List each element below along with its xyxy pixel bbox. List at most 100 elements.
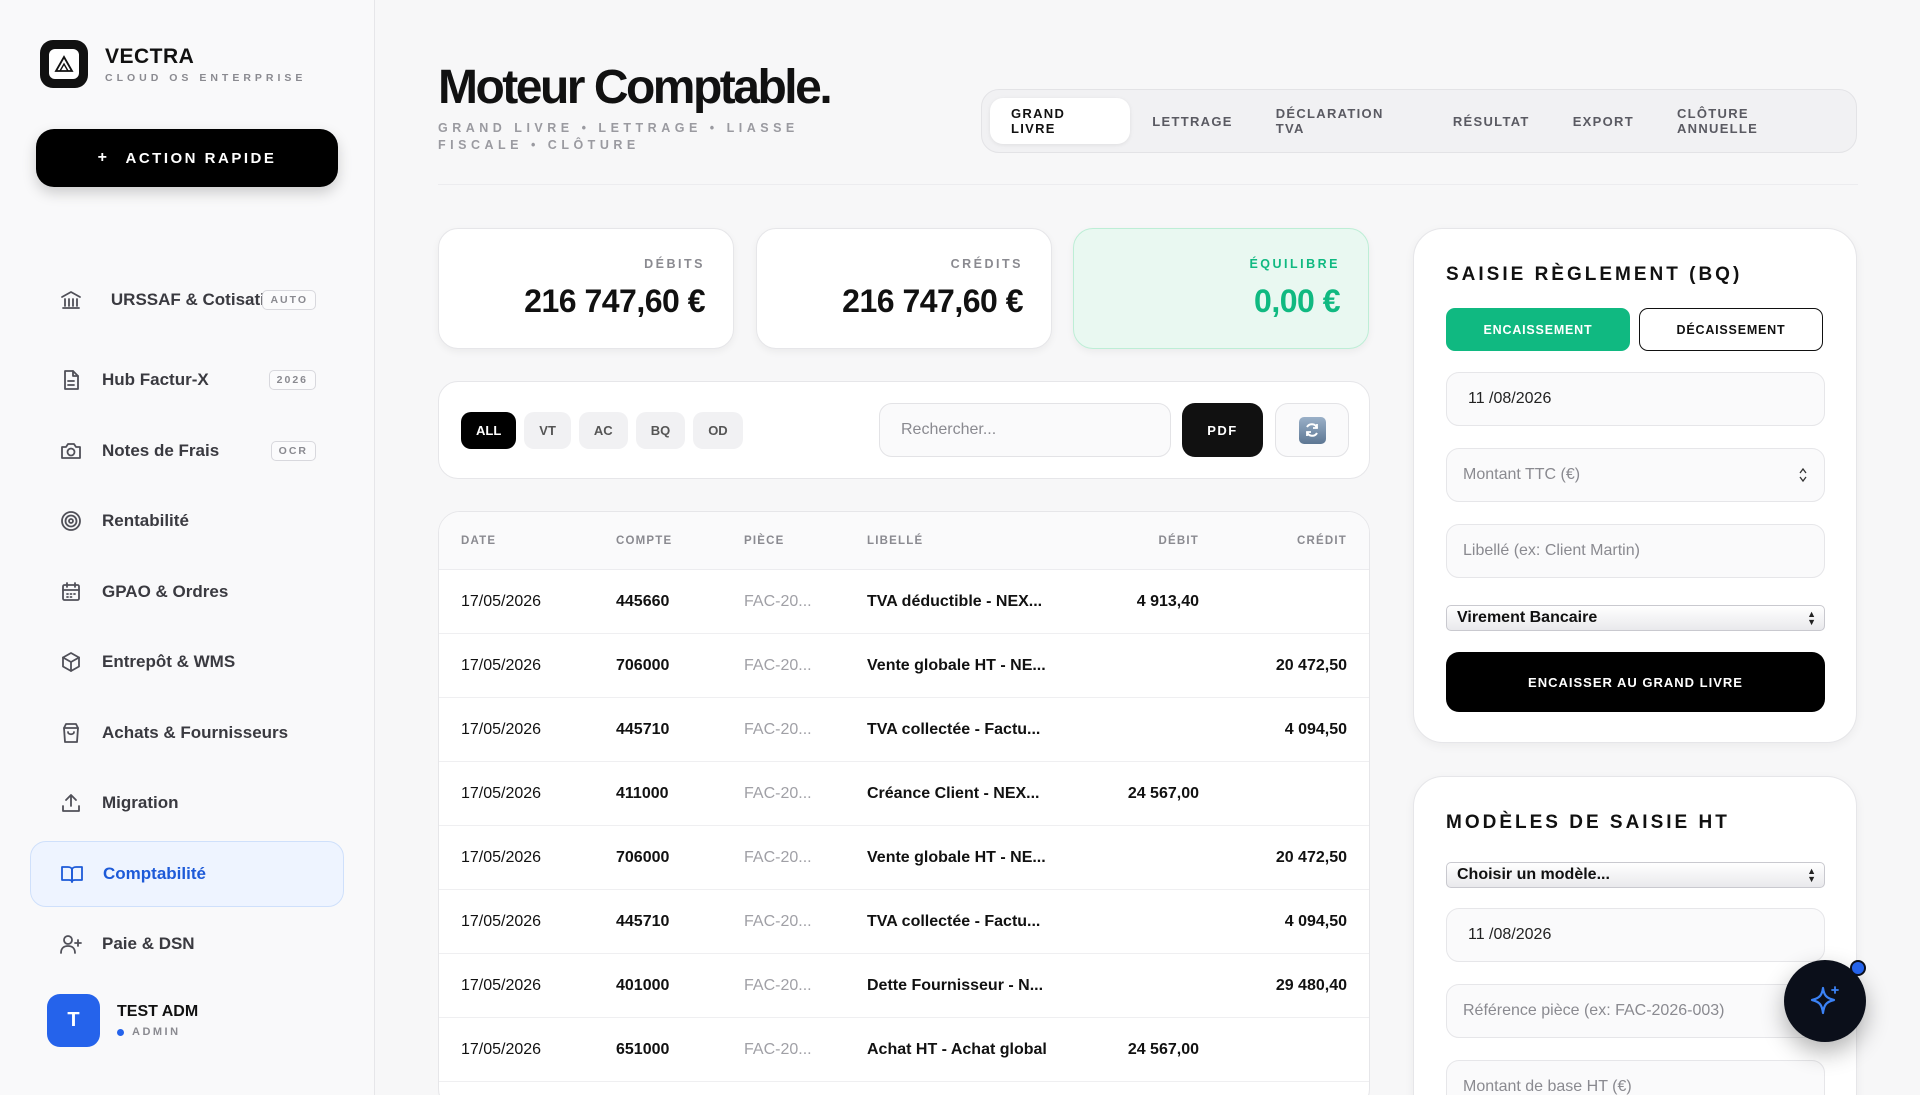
table-row[interactable]: 17/05/2026 445710 FAC-20... TVA collecté… — [439, 890, 1369, 954]
shopping-bag-icon — [58, 720, 84, 746]
sidebar-item-label: Paie & DSN — [102, 933, 195, 953]
tab-grand-livre[interactable]: GRAND LIVRE — [990, 98, 1131, 144]
brand[interactable]: VECTRA CLOUD OS ENTERPRISE — [40, 40, 306, 88]
sidebar-item-label: Comptabilité — [103, 863, 206, 883]
user-profile[interactable]: T TEST ADM ADMIN — [47, 994, 198, 1047]
ocr-badge: OCR — [270, 440, 316, 461]
row-label: Vente globale HT - NE... — [867, 849, 1046, 866]
brand-name: VECTRA — [105, 44, 195, 68]
header-debit: DÉBIT — [1158, 535, 1199, 547]
notification-dot-icon — [1850, 960, 1866, 976]
entry-templates-panel: MODÈLES DE SAISIE HT Choisir un modèle..… — [1413, 776, 1857, 1095]
tab-declaration-tva[interactable]: DÉCLARATION TVA — [1255, 98, 1431, 144]
calendar-icon — [58, 579, 84, 605]
pdf-export-button[interactable]: PDF — [1182, 403, 1263, 457]
sidebar-item-migration[interactable]: Migration — [30, 768, 344, 839]
user-role-label: ADMIN — [132, 1026, 181, 1038]
payment-method-select[interactable]: Virement Bancaire ▲ ▼ — [1446, 605, 1825, 631]
row-date: 17/05/2026 — [461, 721, 542, 738]
table-row[interactable]: 17/05/2026 445710 FAC-20... TVA collecté… — [439, 698, 1369, 762]
table-header: DATE COMPTE PIÈCE LIBELLÉ DÉBIT CRÉDIT — [439, 512, 1369, 570]
avatar: T — [47, 994, 100, 1047]
tab-export[interactable]: EXPORT — [1552, 98, 1655, 144]
piece-reference-field[interactable]: Référence pièce (ex: FAC-2026-003) — [1446, 984, 1825, 1038]
sidebar-item-paie[interactable]: Paie & DSN — [30, 909, 344, 980]
table-row[interactable]: 17/05/2026 445660 FAC-20... TVA déductib… — [439, 570, 1369, 634]
upload-icon — [58, 790, 84, 816]
encaissement-toggle[interactable]: ENCAISSEMENT — [1446, 308, 1630, 351]
row-debit: 24 567,00 — [1127, 1041, 1199, 1058]
table-row[interactable]: 17/05/2026 651000 FAC-20... Achat HT - A… — [439, 1018, 1369, 1082]
refresh-button[interactable] — [1275, 403, 1349, 457]
header-label: LIBELLÉ — [867, 535, 924, 547]
sidebar-item-comptabilite[interactable]: Comptabilité — [30, 840, 344, 907]
amount-ttc-field[interactable]: Montant TTC (€) — [1446, 448, 1825, 502]
header-divider — [438, 184, 1858, 185]
header-credit: CRÉDIT — [1296, 535, 1347, 547]
book-icon — [59, 861, 85, 887]
row-label: Vente globale HT - NE... — [867, 657, 1046, 674]
brand-subtitle: CLOUD OS ENTERPRISE — [105, 71, 307, 84]
search-input[interactable] — [879, 403, 1171, 457]
row-label: TVA collectée - Factu... — [867, 913, 1041, 930]
payment-label-field[interactable]: Libellé (ex: Client Martin) — [1446, 524, 1825, 578]
page-title: Moteur Comptable. — [438, 61, 833, 114]
box-icon — [58, 649, 84, 675]
module-tabs: GRAND LIVRE LETTRAGE DÉCLARATION TVA RÉS… — [981, 89, 1857, 153]
chip-od[interactable]: OD — [693, 412, 743, 449]
row-account: 445710 — [616, 721, 670, 738]
row-date: 17/05/2026 — [461, 1041, 542, 1058]
sidebar-item-factur-x[interactable]: Hub Factur-X 2026 — [30, 345, 344, 416]
sidebar-item-notes-de-frais[interactable]: Notes de Frais OCR — [30, 416, 344, 487]
auto-badge: AUTO — [262, 290, 316, 310]
balance-card: ÉQUILIBRE 0,00 € — [1073, 228, 1369, 349]
table-row[interactable]: 17/05/2026 706000 FAC-20... Vente global… — [439, 634, 1369, 698]
year-badge: 2026 — [268, 370, 316, 391]
template-select[interactable]: Choisir un modèle... ▲ ▼ — [1446, 862, 1825, 888]
sidebar-item-rentabilite[interactable]: Rentabilité — [30, 486, 344, 557]
row-credit: 20 472,50 — [1275, 849, 1347, 866]
base-amount-ht-field[interactable]: Montant de base HT (€) — [1446, 1060, 1825, 1095]
template-date-field[interactable]: 11 /08/2026 — [1446, 908, 1825, 962]
sidebar-item-gpao[interactable]: GPAO & Ordres — [30, 557, 344, 628]
credits-card: CRÉDITS 216 747,60 € — [756, 228, 1052, 349]
chip-ac[interactable]: AC — [578, 412, 628, 449]
user-role: ADMIN — [117, 1026, 198, 1038]
payment-date-field[interactable]: 11 /08/2026 — [1446, 372, 1825, 426]
quick-action-button[interactable]: + ACTION RAPIDE — [36, 129, 338, 187]
sidebar-item-label: Achats & Fournisseurs — [102, 722, 289, 742]
sidebar-item-achats[interactable]: Achats & Fournisseurs — [30, 698, 344, 769]
row-credit: 4 094,50 — [1284, 721, 1347, 738]
row-credit: 20 472,50 — [1275, 657, 1347, 674]
sparkle-icon — [1810, 986, 1839, 1015]
sidebar: VECTRA CLOUD OS ENTERPRISE + ACTION RAPI… — [0, 0, 375, 1095]
tab-resultat[interactable]: RÉSULTAT — [1432, 98, 1551, 144]
encaisser-button[interactable]: ENCAISSER AU GRAND LIVRE — [1446, 652, 1825, 712]
chip-vt[interactable]: VT — [524, 412, 571, 449]
table-row[interactable]: 17/05/2026 411000 FAC-20... Créance Clie… — [439, 762, 1369, 826]
sidebar-item-entrepot[interactable]: Entrepôt & WMS — [30, 627, 344, 698]
debits-card: DÉBITS 216 747,60 € — [438, 228, 734, 349]
sidebar-item-urssaf[interactable]: URSSAF & Cotisations AUTO — [30, 255, 344, 345]
chip-all[interactable]: ALL — [461, 412, 517, 449]
row-piece: FAC-20... — [744, 913, 812, 930]
number-stepper-icon[interactable] — [1798, 465, 1808, 485]
chip-bq[interactable]: BQ — [635, 412, 686, 449]
tab-cloture-annuelle[interactable]: CLÔTURE ANNUELLE — [1656, 98, 1847, 144]
row-date: 17/05/2026 — [461, 913, 542, 930]
quick-action-label: ACTION RAPIDE — [125, 149, 277, 167]
user-plus-icon — [58, 931, 84, 957]
tab-lettrage[interactable]: LETTRAGE — [1131, 98, 1253, 144]
sidebar-item-label: Rentabilité — [102, 511, 189, 531]
row-account: 411000 — [616, 785, 669, 802]
row-date: 17/05/2026 — [461, 849, 542, 866]
table-row[interactable]: 17/05/2026 706000 FAC-20... Vente global… — [439, 826, 1369, 890]
row-piece: FAC-20... — [744, 1041, 812, 1058]
camera-icon — [58, 438, 84, 464]
row-account: 706000 — [616, 849, 670, 866]
table-row[interactable]: 17/05/2026 401000 FAC-20... Dette Fourni… — [439, 954, 1369, 1018]
row-account: 651000 — [616, 1041, 670, 1058]
row-date: 17/05/2026 — [461, 593, 542, 610]
decaissement-toggle[interactable]: DÉCAISSEMENT — [1639, 308, 1823, 351]
journal-filter-bar: ALL VT AC BQ OD PDF — [438, 381, 1370, 479]
